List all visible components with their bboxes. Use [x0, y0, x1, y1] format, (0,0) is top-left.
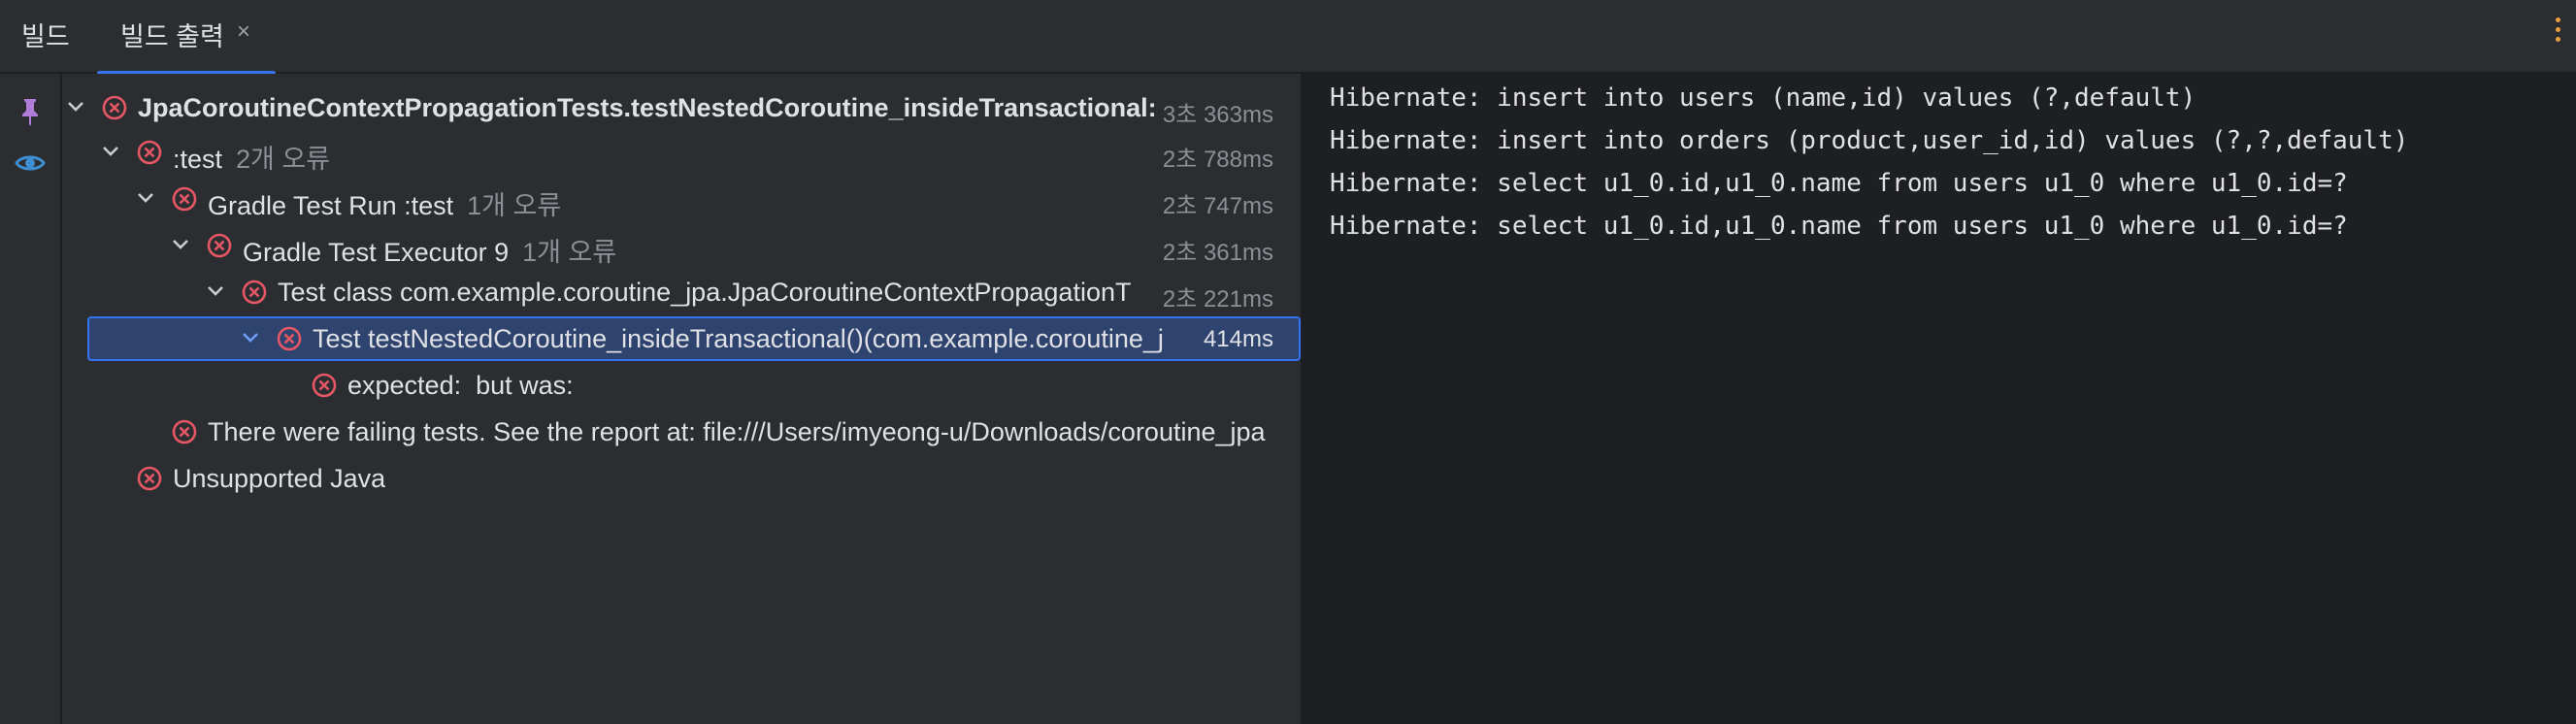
chevron-down-icon[interactable] [134, 186, 157, 210]
tree-row-label: Test testNestedCoroutine_insideTransacti… [313, 324, 1164, 353]
more-vertical-icon[interactable] [2553, 17, 2562, 50]
tree-row[interactable]: Test class com.example.coroutine_jpa.Jpa… [62, 270, 1301, 314]
tab-build[interactable]: 빌드 [21, 16, 70, 53]
tree-row[interactable]: Unsupported Java [62, 456, 1301, 501]
chevron-down-icon[interactable] [239, 326, 262, 349]
console-output[interactable]: Hibernate: insert into users (name,id) v… [1301, 74, 2576, 724]
error-circle-icon [172, 186, 197, 212]
tree-row-label: There were failing tests. See the report… [208, 417, 1266, 446]
error-circle-icon [277, 326, 302, 351]
tool-strip [0, 74, 62, 724]
duration: 3초 363ms [1162, 102, 1273, 128]
console-line: Hibernate: insert into orders (product,u… [1330, 126, 2409, 155]
tree-row-title: Gradle Test Executor 9 [243, 238, 510, 267]
tree-row-label: expected: but was: [347, 371, 574, 400]
tab-build-output-label: 빌드 출력 [120, 22, 224, 51]
duration: 2초 221ms [1162, 286, 1273, 313]
tree-row-title: :test [173, 145, 223, 174]
error-circle-icon [172, 419, 197, 444]
chevron-down-icon[interactable] [169, 233, 192, 256]
tool-window-header: 빌드 빌드 출력 × [0, 0, 2576, 76]
tree-row-label: Test class com.example.coroutine_jpa.Jpa… [278, 278, 1132, 307]
error-count: 2개 오류 [236, 145, 331, 174]
tree-row[interactable]: :test 2개 오류 2초 788ms [62, 130, 1301, 175]
tree-row[interactable]: Gradle Test Run :test 1개 오류 2초 747ms [62, 177, 1301, 221]
tree-row-label: JpaCoroutineContextPropagationTests.test… [138, 93, 1157, 122]
chevron-down-icon[interactable] [204, 280, 227, 303]
tree-row-selected[interactable]: Test testNestedCoroutine_insideTransacti… [62, 316, 1301, 361]
duration: 2초 788ms [1162, 147, 1273, 173]
tree-row[interactable]: JpaCoroutineContextPropagationTests.test… [62, 85, 1301, 130]
duration: 2초 747ms [1162, 193, 1273, 219]
console-line: Hibernate: insert into users (name,id) v… [1330, 83, 2196, 113]
error-circle-icon [312, 373, 337, 398]
tree-row-title: Gradle Test Run :test [208, 191, 454, 220]
chevron-down-icon[interactable] [99, 140, 122, 163]
tree-row[interactable]: There were failing tests. See the report… [62, 410, 1301, 454]
eye-icon[interactable] [15, 151, 46, 175]
close-icon[interactable]: × [237, 18, 250, 46]
error-count: 1개 오류 [522, 238, 617, 267]
error-circle-icon [242, 280, 267, 305]
chevron-down-icon[interactable] [64, 95, 87, 118]
console-line: Hibernate: select u1_0.id,u1_0.name from… [1330, 169, 2348, 198]
error-circle-icon [207, 233, 232, 258]
tab-build-output[interactable]: 빌드 출력 × [97, 0, 276, 76]
tree-row-label: Gradle Test Run :test 1개 오류 [208, 184, 561, 222]
duration: 414ms [1203, 326, 1273, 352]
error-circle-icon [137, 466, 162, 491]
tree-row-label: :test 2개 오류 [173, 138, 330, 176]
tree-row[interactable]: expected: but was: [62, 363, 1301, 408]
tree-row-label: Gradle Test Executor 9 1개 오류 [243, 231, 616, 269]
duration: 2초 361ms [1162, 240, 1273, 266]
error-circle-icon [137, 140, 162, 165]
build-tree: JpaCoroutineContextPropagationTests.test… [62, 74, 1301, 724]
error-count: 1개 오류 [467, 191, 562, 220]
error-circle-icon [102, 95, 127, 120]
pin-icon[interactable] [17, 97, 43, 126]
tree-row[interactable]: Gradle Test Executor 9 1개 오류 2초 361ms [62, 223, 1301, 268]
console-line: Hibernate: select u1_0.id,u1_0.name from… [1330, 212, 2348, 241]
tree-row-label: Unsupported Java [173, 464, 386, 493]
